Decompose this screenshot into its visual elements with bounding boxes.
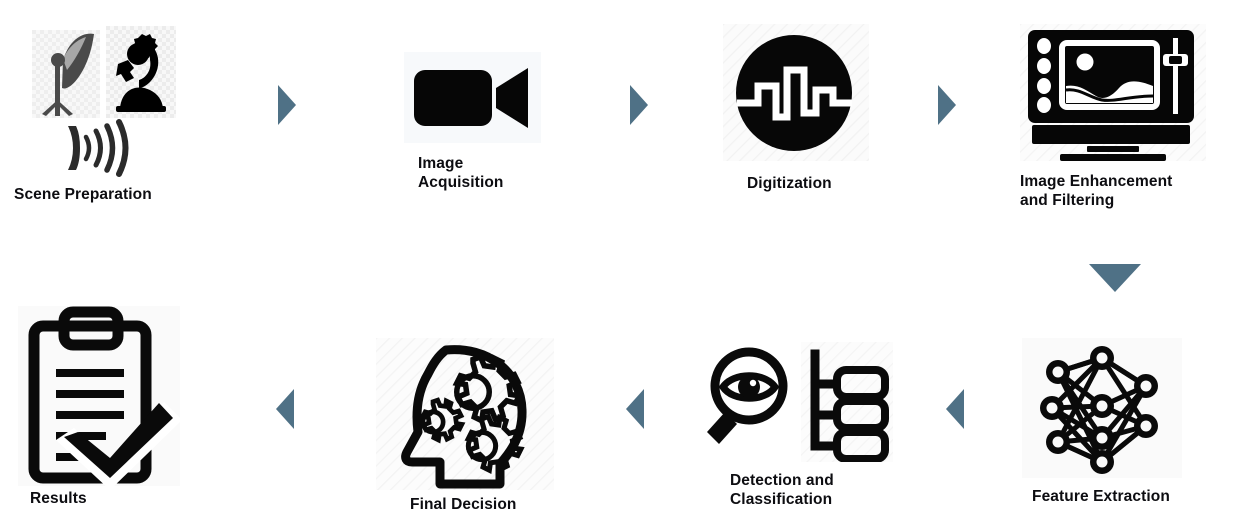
microscope-icon [106, 26, 176, 118]
clipboard-checkmark-icon [18, 306, 180, 486]
stage-label-wrap: Results [30, 490, 87, 509]
arrow-down-enhancement-to-feature-extraction [1087, 262, 1143, 294]
stage-label-scene-preparation: Scene Preparation [14, 186, 152, 203]
stage-detection-and-classification[interactable]: Detection and Classification [697, 342, 893, 510]
studio-umbrella-tripod-icon [32, 30, 100, 118]
stage-label-wrap: Scene Preparation [14, 186, 152, 205]
stage-label-detection-classification: Detection and Classification [730, 472, 834, 508]
arrow-right-digitization-to-enhancement [936, 84, 958, 126]
stage-image-enhancement-and-filtering[interactable]: Image Enhancement and Filtering [1020, 24, 1206, 211]
stage-label-image-enhancement: Image Enhancement and Filtering [1020, 173, 1173, 209]
arrow-right-scene-to-acquisition [276, 84, 298, 126]
stage-label-wrap: Detection and Classification [730, 472, 834, 510]
detection-icon-group [697, 342, 893, 462]
neural-network-icon [1022, 338, 1182, 478]
stage-digitization[interactable]: Digitization [723, 24, 869, 194]
signal-waves-icon [58, 118, 140, 178]
stage-label-feature-extraction: Feature Extraction [1032, 488, 1170, 505]
video-camera-icon [404, 52, 541, 143]
head-with-gears-icon [376, 338, 554, 490]
stage-feature-extraction[interactable]: Feature Extraction [1022, 338, 1182, 507]
stage-label-final-decision: Final Decision [410, 496, 517, 513]
arrow-left-feature-extraction-to-detection [944, 388, 966, 430]
photo-editing-monitor-icon [1020, 24, 1206, 161]
stage-label-digitization: Digitization [747, 175, 832, 192]
digital-square-wave-circle-icon [723, 24, 869, 161]
arrow-right-acquisition-to-digitization [628, 84, 650, 126]
stage-label-wrap: Image Enhancement and Filtering [1020, 173, 1172, 211]
pipeline-diagram: Scene Preparation Image Acquisition Digi… [0, 0, 1237, 529]
scene-preparation-icon-group [14, 22, 214, 182]
stage-label-wrap: Image Acquisition [418, 155, 504, 193]
stage-label-wrap: Feature Extraction [1032, 488, 1170, 507]
stage-label-results: Results [30, 490, 87, 507]
stage-image-acquisition[interactable]: Image Acquisition [404, 52, 541, 193]
stage-label-wrap: Final Decision [410, 496, 516, 515]
stage-scene-preparation[interactable]: Scene Preparation [14, 22, 214, 205]
arrow-left-final-decision-to-results [274, 388, 296, 430]
stage-final-decision[interactable]: Final Decision [376, 338, 554, 515]
stage-results[interactable]: Results [18, 306, 180, 509]
stage-label-image-acquisition: Image Acquisition [418, 155, 504, 191]
arrow-left-detection-to-final-decision [624, 388, 646, 430]
stage-label-wrap: Digitization [747, 175, 832, 194]
